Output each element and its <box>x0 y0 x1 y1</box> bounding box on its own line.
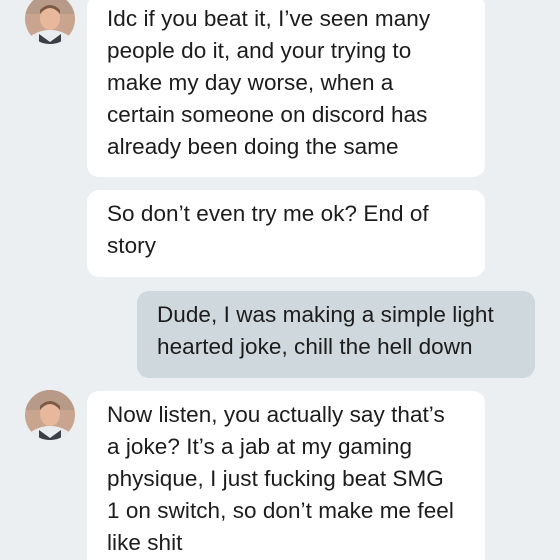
message-text-line: hearted joke, chill the hell down <box>157 334 473 359</box>
message-thread: Idc if you beat it, I’ve seen many peopl… <box>0 0 560 560</box>
sender-avatar[interactable] <box>25 0 75 44</box>
message-text-line: like shit <box>107 530 183 555</box>
message-text-line: make my day worse, when a <box>107 70 394 95</box>
message-bubble-incoming[interactable]: Idc if you beat it, I’ve seen many peopl… <box>87 0 485 177</box>
message-text-line: So don’t even try me ok? End of <box>107 201 429 226</box>
contact-photo-avatar-icon <box>25 390 75 440</box>
message-bubble-outgoing[interactable]: Dude, I was making a simple light hearte… <box>137 291 535 378</box>
message-text-line: 1 on switch, so don’t make me feel <box>107 498 454 523</box>
message-bubble-incoming[interactable]: Now listen, you actually say that’s a jo… <box>87 391 485 560</box>
message-text-line: already been doing the same <box>107 134 399 159</box>
message-text-line: Dude, I was making a simple light <box>157 302 494 327</box>
message-text-line: physique, I just fucking beat SMG <box>107 466 444 491</box>
message-text-line: Now listen, you actually say that’s <box>107 402 445 427</box>
message-text-line: a joke? It’s a jab at my gaming <box>107 434 413 459</box>
message-text-line: people do it, and your trying to <box>107 38 412 63</box>
sender-avatar[interactable] <box>25 390 75 440</box>
message-text-line: Idc if you beat it, I’ve seen many <box>107 6 431 31</box>
contact-photo-avatar-icon <box>25 0 75 44</box>
message-text-line: story <box>107 233 157 258</box>
message-bubble-incoming[interactable]: So don’t even try me ok? End of story <box>87 190 485 277</box>
message-text-line: certain someone on discord has <box>107 102 428 127</box>
